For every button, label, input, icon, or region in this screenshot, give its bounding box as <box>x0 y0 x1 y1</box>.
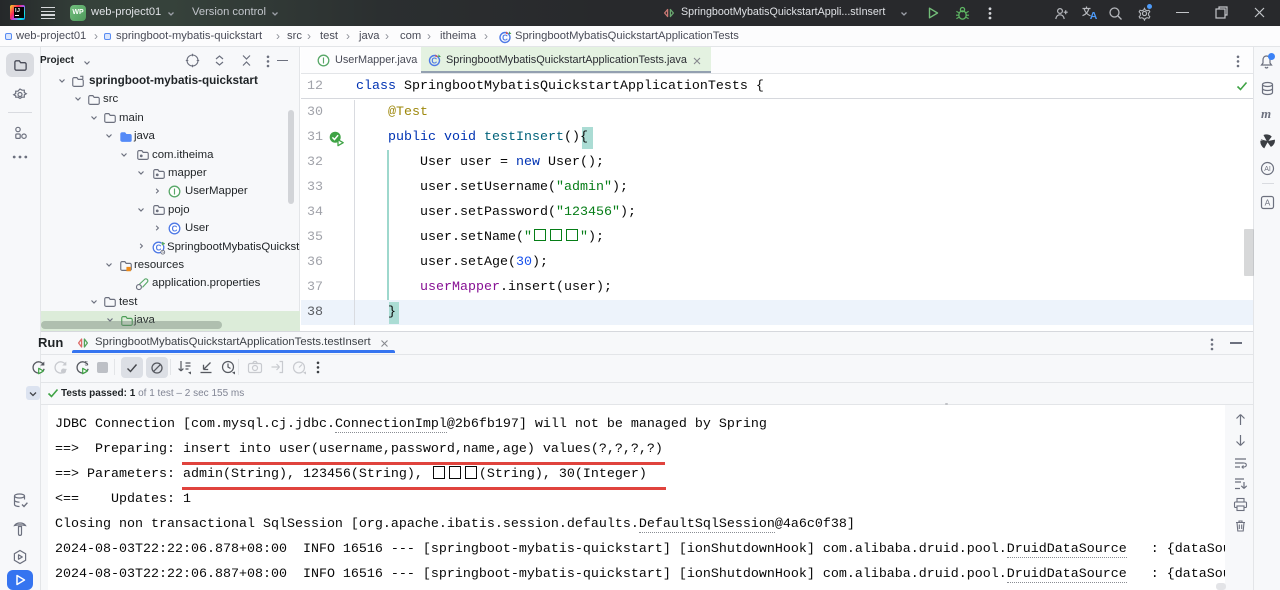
svg-text:5: 5 <box>85 361 89 368</box>
svg-text:A: A <box>1265 198 1271 208</box>
svg-text:I: I <box>173 187 175 196</box>
svg-text:C: C <box>502 34 508 43</box>
svg-text:AI: AI <box>1264 166 1271 173</box>
svg-text:C: C <box>431 56 437 65</box>
svg-text:C: C <box>172 224 178 233</box>
svg-text:A: A <box>1090 10 1098 21</box>
svg-text:I: I <box>322 57 324 66</box>
